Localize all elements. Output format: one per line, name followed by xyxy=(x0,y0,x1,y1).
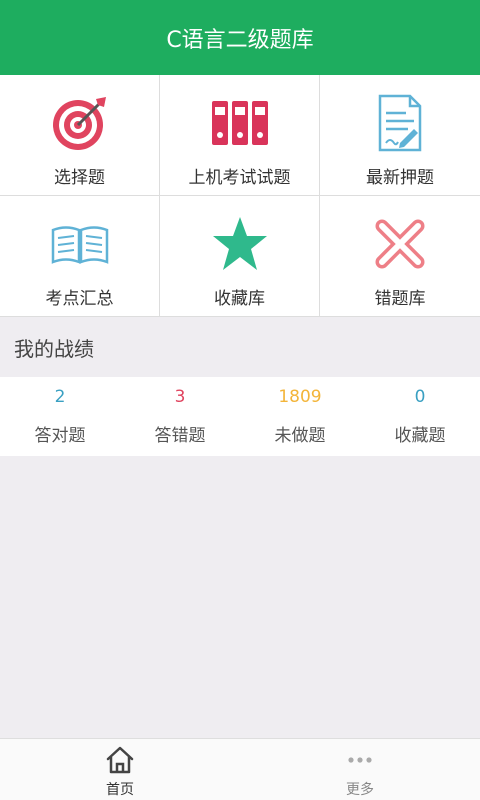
menu-item-wrong[interactable]: 错题库 xyxy=(320,196,480,317)
menu-item-latest[interactable]: 最新押题 xyxy=(320,75,480,196)
open-book-icon xyxy=(50,214,110,274)
stat-value: 2 xyxy=(54,387,66,407)
tab-label: 首页 xyxy=(106,782,134,798)
stat-wrong[interactable]: 3 答错题 xyxy=(120,377,240,456)
stats-panel: 2 答对题 3 答错题 1809 未做题 0 收藏题 xyxy=(0,377,480,456)
menu-item-label: 上机考试试题 xyxy=(188,168,291,188)
stat-value: 3 xyxy=(174,387,186,407)
menu-item-favorites[interactable]: 收藏库 xyxy=(160,196,320,317)
page-title: C语言二级题库 xyxy=(166,27,314,53)
stat-undone[interactable]: 1809 未做题 xyxy=(240,377,360,456)
star-icon xyxy=(210,214,270,274)
stat-correct[interactable]: 2 答对题 xyxy=(0,377,120,456)
tab-home[interactable]: 首页 xyxy=(0,739,240,800)
section-title-text: 我的战绩 xyxy=(14,336,94,361)
home-icon xyxy=(105,745,135,775)
stat-label: 收藏题 xyxy=(394,426,446,446)
menu-item-label: 错题库 xyxy=(374,289,426,309)
section-title: 我的战绩 xyxy=(0,317,480,377)
stat-label: 未做题 xyxy=(274,426,326,446)
cross-icon xyxy=(370,214,430,274)
bottom-tab-bar: 首页 更多 xyxy=(0,738,480,800)
menu-item-choice[interactable]: 选择题 xyxy=(0,75,160,196)
binders-icon xyxy=(210,93,270,153)
menu-item-label: 最新押题 xyxy=(366,168,434,188)
app-header: C语言二级题库 xyxy=(0,0,480,75)
stat-label: 答错题 xyxy=(154,426,206,446)
menu-grid: 选择题 上机考试试题 最新押题 考点汇总 收藏库 错题库 xyxy=(0,75,480,317)
menu-item-label: 收藏库 xyxy=(214,289,265,309)
more-dots-icon xyxy=(345,745,375,775)
document-pen-icon xyxy=(370,93,430,153)
stat-label: 答对题 xyxy=(34,426,86,446)
tab-label: 更多 xyxy=(346,782,374,798)
menu-item-exam[interactable]: 上机考试试题 xyxy=(160,75,320,196)
menu-item-keypoints[interactable]: 考点汇总 xyxy=(0,196,160,317)
target-icon xyxy=(50,93,110,153)
menu-item-label: 选择题 xyxy=(54,168,105,188)
stat-value: 0 xyxy=(414,387,426,407)
stat-value: 1809 xyxy=(278,387,322,407)
tab-more[interactable]: 更多 xyxy=(240,739,480,800)
menu-item-label: 考点汇总 xyxy=(45,289,114,309)
stat-favorite[interactable]: 0 收藏题 xyxy=(360,377,480,456)
